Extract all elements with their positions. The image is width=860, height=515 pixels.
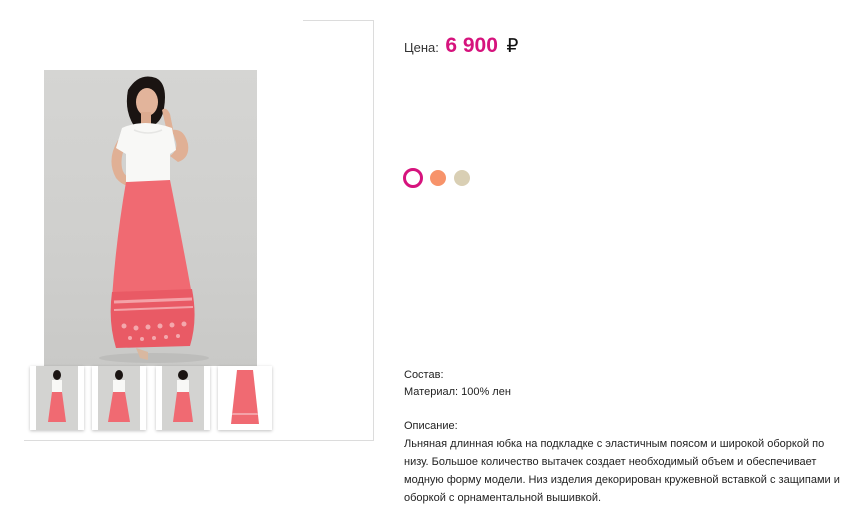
gallery-frame-top (303, 20, 374, 21)
color-swatch-selected[interactable] (403, 168, 423, 188)
color-swatch-coral[interactable] (430, 170, 446, 186)
model-illustration (99, 76, 209, 363)
thumbnail-3[interactable] (156, 366, 210, 430)
thumbnail-4[interactable] (218, 366, 272, 430)
main-product-photo[interactable] (44, 70, 257, 366)
price-block: Цена: 6 900 ₽ (404, 34, 518, 58)
thumbnail-2[interactable] (92, 366, 146, 430)
thumbnail-strip (26, 366, 276, 432)
price-label: Цена: (404, 40, 439, 55)
color-swatch-beige[interactable] (454, 170, 470, 186)
gallery-frame-right (373, 20, 374, 441)
skirt-shape (112, 180, 192, 298)
gallery-frame-bottom (24, 440, 374, 441)
composition-label: Состав: (404, 369, 444, 381)
price-value: 6 900 (445, 34, 498, 57)
material-text: Материал: 100% лен (404, 386, 511, 398)
thumbnail-1[interactable] (30, 366, 84, 430)
currency-symbol: ₽ (506, 36, 519, 57)
description-label: Описание: (404, 420, 458, 432)
description-text: Льняная длинная юбка на подкладке с элас… (404, 438, 840, 504)
